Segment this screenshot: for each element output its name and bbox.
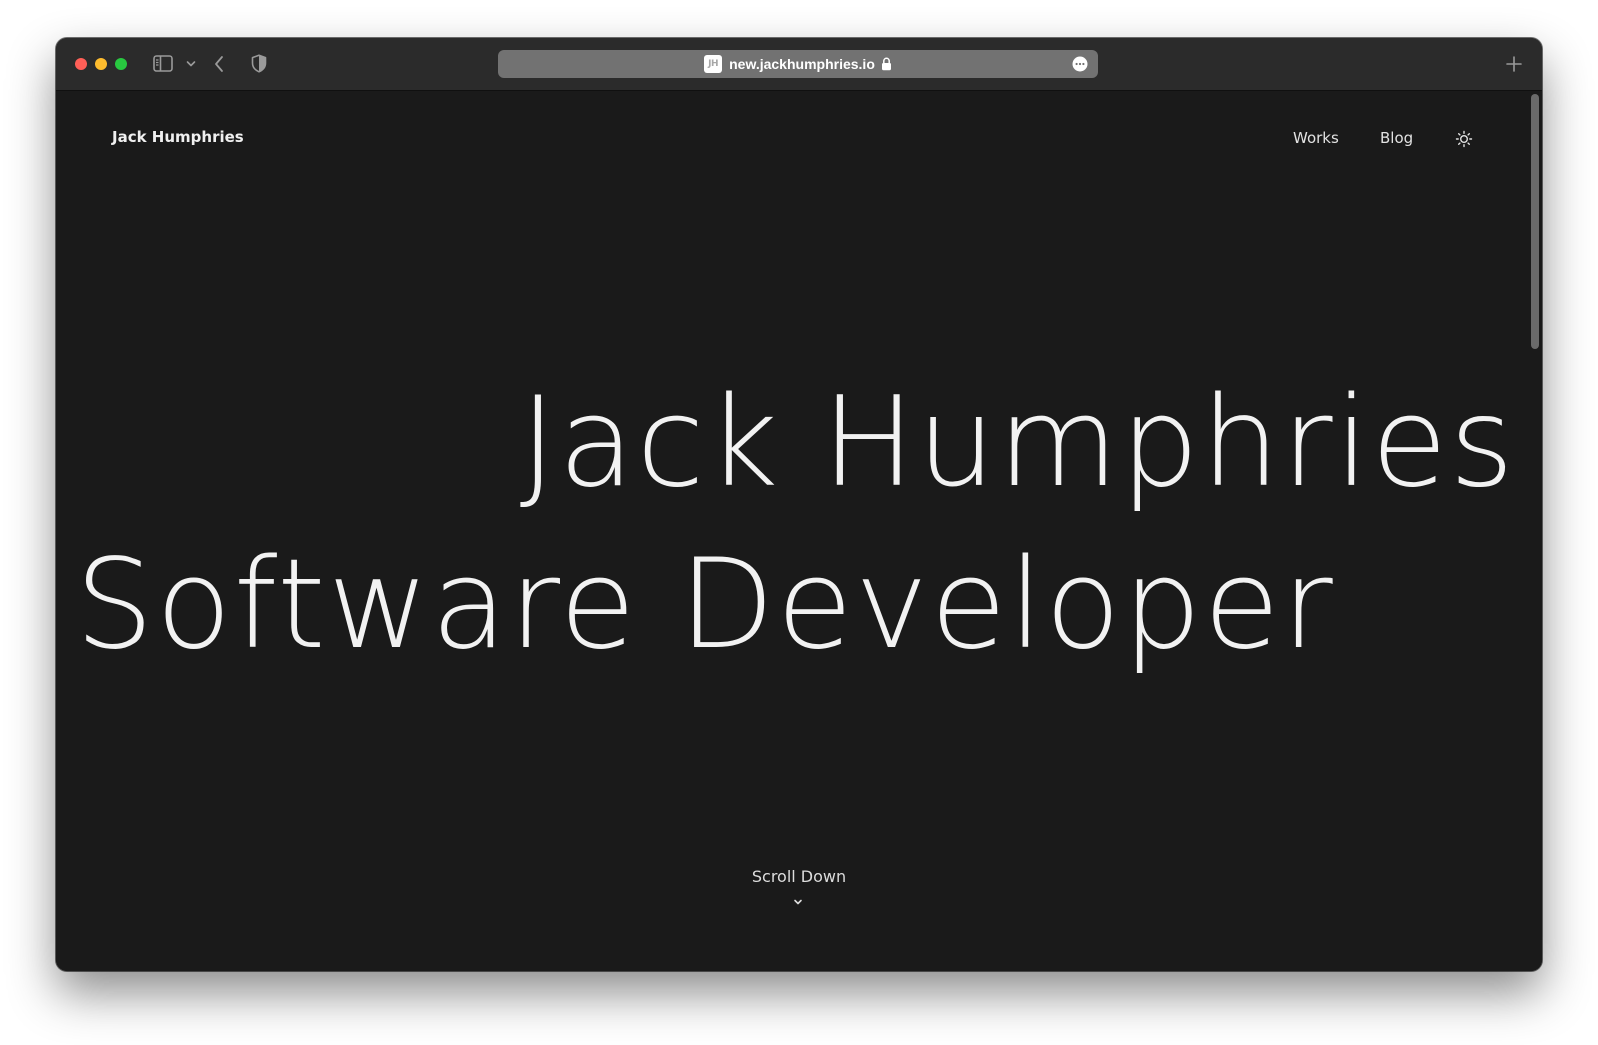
chevron-down-icon[interactable] [186,60,196,68]
minimize-window-button[interactable] [95,58,107,70]
site-logo-link[interactable]: Jack Humphries [112,128,244,146]
close-window-button[interactable] [75,58,87,70]
site-favicon: JH [704,55,723,73]
scrollbar-thumb[interactable] [1531,94,1539,349]
chevron-left-icon[interactable] [213,55,225,73]
chevron-down-icon[interactable] [793,898,803,906]
sun-icon[interactable] [1455,130,1473,148]
page-content: Jack Humphries Works Blog Jack Humphries… [56,91,1542,971]
sidebar-icon[interactable] [153,55,173,72]
hero-role: Software Developer [75,533,1335,677]
browser-window: JH new.jackhumphries.io Jack Humphries W… [56,38,1542,971]
scroll-down-label[interactable]: Scroll Down [56,867,1542,886]
nav-works-link[interactable]: Works [1293,129,1339,147]
more-icon[interactable] [1072,56,1088,72]
address-bar[interactable]: JH new.jackhumphries.io [498,50,1098,78]
hero-name: Jack Humphries [519,371,1516,515]
browser-toolbar: JH new.jackhumphries.io [56,38,1542,91]
maximize-window-button[interactable] [115,58,127,70]
lock-icon [881,57,891,71]
nav-blog-link[interactable]: Blog [1380,129,1413,147]
plus-icon[interactable] [1505,55,1523,73]
shield-icon[interactable] [251,54,267,73]
url-text: new.jackhumphries.io [729,56,875,72]
